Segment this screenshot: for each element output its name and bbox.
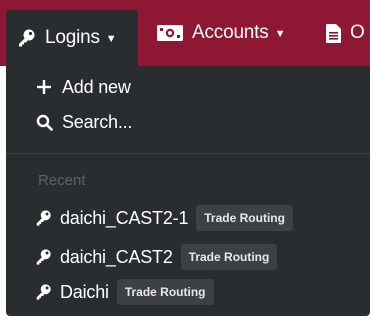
key-icon	[34, 248, 52, 266]
logins-menu-button[interactable]: Logins ▼	[6, 10, 138, 66]
other-label: O	[350, 22, 365, 43]
money-bill-icon	[157, 24, 183, 42]
recent-login-item[interactable]: daichi_CAST2 Trade Routing	[34, 243, 278, 271]
accounts-menu-button[interactable]: Accounts ▼	[157, 10, 285, 56]
caret-down-icon: ▼	[274, 28, 286, 40]
key-icon	[16, 28, 36, 48]
logins-label: Logins	[45, 27, 100, 48]
recent-heading: Recent	[38, 172, 86, 189]
logins-dropdown-menu: Add new Search... Recent daichi_CAST2-1 …	[6, 66, 370, 316]
login-name: Daichi	[60, 281, 109, 302]
recent-login-item[interactable]: Daichi Trade Routing	[34, 278, 214, 306]
file-icon	[326, 23, 341, 43]
add-new-login-item[interactable]: Add new	[36, 74, 131, 100]
caret-down-icon: ▼	[105, 33, 117, 45]
trade-routing-badge: Trade Routing	[116, 279, 214, 305]
accounts-label: Accounts	[192, 22, 269, 43]
trade-routing-badge: Trade Routing	[196, 205, 293, 231]
search-logins-item[interactable]: Search...	[36, 109, 132, 135]
menu-divider	[6, 153, 370, 154]
plus-icon	[36, 79, 56, 95]
other-menu-button[interactable]: O	[326, 10, 365, 56]
recent-login-item[interactable]: daichi_CAST2-1 Trade Routing	[34, 204, 293, 232]
search-icon	[36, 114, 56, 131]
add-new-label: Add new	[62, 76, 131, 97]
login-name: daichi_CAST2-1	[60, 207, 189, 228]
key-icon	[34, 283, 52, 301]
top-navbar: Logins ▼ Accounts ▼ O	[0, 0, 370, 66]
login-name: daichi_CAST2	[60, 246, 173, 267]
key-icon	[34, 209, 52, 227]
search-label: Search...	[62, 111, 133, 132]
trade-routing-badge: Trade Routing	[180, 244, 278, 270]
